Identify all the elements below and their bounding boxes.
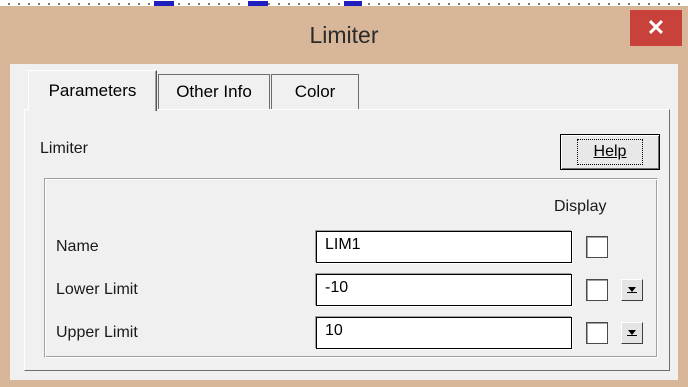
- help-button[interactable]: Help: [560, 134, 660, 170]
- name-display-checkbox[interactable]: [586, 236, 608, 258]
- help-button-label: Help: [576, 139, 644, 165]
- close-button[interactable]: ✕: [630, 10, 682, 46]
- dialog-client-area: Parameters Other Info Color Limiter Help…: [10, 64, 678, 380]
- tab-other-info[interactable]: Other Info: [158, 74, 270, 109]
- upper-limit-dropdown-button[interactable]: [621, 322, 643, 344]
- display-column-header: Display: [554, 198, 607, 215]
- tab-color[interactable]: Color: [271, 74, 359, 109]
- lower-limit-label: Lower Limit: [56, 281, 138, 298]
- chevron-down-icon: [627, 287, 637, 293]
- name-label: Name: [56, 238, 99, 255]
- upper-limit-label: Upper Limit: [56, 324, 138, 341]
- upper-limit-display-checkbox[interactable]: [586, 322, 608, 344]
- lower-limit-display-checkbox[interactable]: [586, 279, 608, 301]
- upper-limit-field[interactable]: 10: [316, 317, 572, 349]
- lower-limit-field[interactable]: -10: [316, 274, 572, 306]
- tab-parameters[interactable]: Parameters: [28, 70, 157, 111]
- limiter-dialog: Limiter ✕ Parameters Other Info Color Li…: [0, 6, 688, 387]
- chevron-down-icon: [627, 330, 637, 336]
- window-title: Limiter: [309, 21, 379, 48]
- close-icon: ✕: [646, 15, 666, 40]
- lower-limit-dropdown-button[interactable]: [621, 279, 643, 301]
- panel-heading: Limiter: [40, 140, 89, 157]
- name-field[interactable]: LIM1: [316, 231, 572, 263]
